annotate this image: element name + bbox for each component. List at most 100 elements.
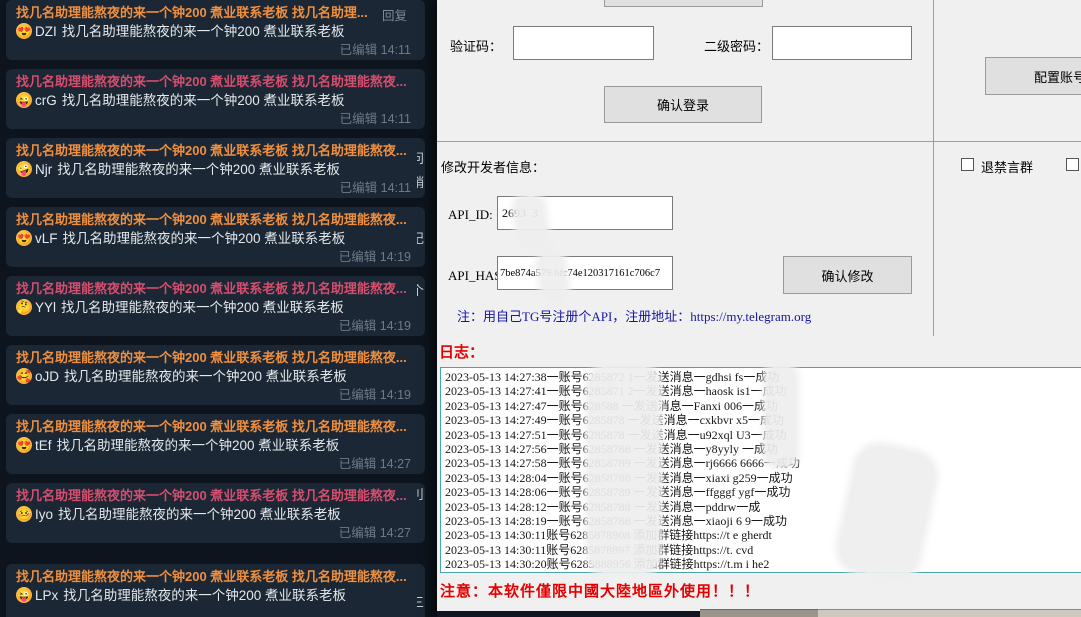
log-line: 2023-05-13 14:27:51一账号6285878 一发送消息一u92x… xyxy=(445,428,1081,442)
chat-title: 找几名助理能熬夜的来一个钟200 煮业联系老板 找几名助理能熬夜... xyxy=(16,418,415,435)
log-line: 2023-05-13 14:30:20账号6285888956 添加群链接htt… xyxy=(445,557,1081,571)
clipped-glyph: 」 xyxy=(417,430,424,449)
log-line: 2023-05-13 14:27:58一账号62858789 一发送消息一rj6… xyxy=(445,456,1081,470)
log-output-box[interactable]: 2023-05-13 14:27:38一账号6285872 1一发送消息一gdh… xyxy=(440,367,1081,573)
sender-name: Iyo xyxy=(35,507,53,522)
top-clipped-button[interactable] xyxy=(604,0,763,7)
chat-title: 找几名助理能熬夜的来一个钟200 煮业联系老板 找几名助理能熬夜... xyxy=(16,487,415,504)
emoji-avatar-icon: 🥰 xyxy=(16,368,32,384)
clipped-glyph: 三 xyxy=(417,592,424,611)
chat-list-item[interactable]: 找几名助理能熬夜的来一个钟200 煮业联系老板 找几名助理... 回复 😍DZI… xyxy=(6,0,425,60)
message-preview: 找几名助理能熬夜的来一个钟200 煮业联系老板 xyxy=(63,588,346,603)
emoji-avatar-icon: 😜 xyxy=(16,92,32,108)
bottom-edge-mid xyxy=(700,609,818,617)
log-line: 2023-05-13 14:27:56一账号62858788 一发送消息一y8y… xyxy=(445,442,1081,456)
log-line: 2023-05-13 14:28:19一账号62858788 一发送消息一xia… xyxy=(445,514,1081,528)
edited-timestamp: 已编辑 14:27 xyxy=(339,453,411,472)
chat-title: 找几名助理能熬夜的来一个钟200 煮业联系老板 找几名助理能熬夜... xyxy=(16,142,415,159)
edited-timestamp: 已编辑 14:19 xyxy=(339,246,411,265)
message-preview: 找几名助理能熬夜的来一个钟200 煮业联系老板 xyxy=(63,231,346,246)
clipped-glyph: 问 xyxy=(417,148,424,167)
emoji-avatar-icon: 😍 xyxy=(16,23,32,39)
clipped-glyph: 个 xyxy=(417,280,424,299)
clipped-glyph: 销 xyxy=(417,172,424,191)
unban-group-label: 退禁言群 xyxy=(981,157,1033,176)
unban-group-checkbox[interactable] xyxy=(961,158,974,171)
chat-list-item[interactable]: 找几名助理能熬夜的来一个钟200 煮业联系老板 找几名助理能熬夜... 🤒Iyo… xyxy=(6,483,425,543)
clipped-glyph: 」 xyxy=(417,448,424,467)
chat-title: 找几名助理能熬夜的来一个钟200 煮业联系老板 找几名助理能熬夜... xyxy=(16,211,415,228)
log-line: 2023-05-13 14:30:11账号6285878897 添加群链接htt… xyxy=(445,543,1081,557)
sender-name: oJD xyxy=(35,369,59,384)
chat-title: 找几名助理能熬夜的来一个钟200 煮业联系老板 找几名助理能熬夜... xyxy=(16,73,415,90)
sender-name: LPx xyxy=(35,588,58,603)
tool-window: 验证码： 二级密码： 确认登录 配置账号信息 修改开发者信息： API_ID: … xyxy=(437,0,1081,617)
sender-name: crG xyxy=(35,93,57,108)
message-preview: 找几名助理能熬夜的来一个钟200 煮业联系老板 xyxy=(61,300,344,315)
chat-list: 找几名助理能熬夜的来一个钟200 煮业联系老板 找几名助理... 回复 😍DZI… xyxy=(0,0,437,617)
clipped-checkbox[interactable] xyxy=(1066,158,1079,171)
edited-timestamp: 已编辑 14:19 xyxy=(339,315,411,334)
chat-list-panel: 找几名助理能熬夜的来一个钟200 煮业联系老板 找几名助理... 回复 😍DZI… xyxy=(0,0,437,617)
log-line: 2023-05-13 14:30:11账号6285878908 添加群链接htt… xyxy=(445,528,1081,542)
clipped-glyph: 记 xyxy=(417,228,424,247)
sender-name: tEf xyxy=(35,438,52,453)
log-line: 2023-05-13 14:28:04一账号62858788 一发送消息一xia… xyxy=(445,471,1081,485)
log-line: 2023-05-13 14:28:06一账号62858789 一发送消息一ffg… xyxy=(445,485,1081,499)
chat-list-item[interactable]: 找几名助理能熬夜的来一个钟200 煮业联系老板 找几名助理能熬夜... 😍tEf… xyxy=(6,414,425,474)
log-line: 2023-05-13 14:27:49一账号6285878 一发送消息一cxkb… xyxy=(445,413,1081,427)
api-registration-note: 注：用自己TG号注册个API，注册地址：https://my.telegram.… xyxy=(457,306,811,325)
message-preview: 找几名助理能熬夜的来一个钟200 煮业联系老板 xyxy=(62,93,345,108)
log-line: 2023-05-13 14:27:41一账号6285871 2一发送消息一hao… xyxy=(445,384,1081,398)
modify-developer-info-label: 修改开发者信息： xyxy=(441,157,545,176)
sender-name: DZI xyxy=(35,24,57,39)
edited-timestamp: 已编辑 14:19 xyxy=(339,384,411,403)
secondary-password-input[interactable] xyxy=(772,26,912,60)
message-preview: 找几名助理能熬夜的来一个钟200 煮业联系老板 xyxy=(62,24,345,39)
confirm-modify-button[interactable]: 确认修改 xyxy=(783,256,912,294)
edited-timestamp: 已编辑 14:27 xyxy=(339,522,411,541)
edited-timestamp: 已编辑 14:11 xyxy=(340,177,411,196)
chat-title: 找几名助理能熬夜的来一个钟200 煮业联系老板 找几名助理能熬夜... xyxy=(16,280,415,297)
chat-list-item[interactable]: 找几名助理能熬夜的来一个钟200 煮业联系老板 找几名助理能熬夜... 🥰oJD… xyxy=(6,345,425,405)
chat-title: 找几名助理能熬夜的来一个钟200 煮业联系老板 找几名助理能熬夜... xyxy=(16,568,415,585)
edited-timestamp: 已编辑 14:11 xyxy=(340,39,411,58)
chat-list-item[interactable]: 找几名助理能熬夜的来一个钟200 煮业联系老板 找几名助理能熬夜... 😜crG… xyxy=(6,69,425,129)
log-line: 2023-05-13 14:27:38一账号6285872 1一发送消息一gdh… xyxy=(445,370,1081,384)
chat-list-item[interactable]: 找几名助理能熬夜的来一个钟200 煮业联系老板 找几名助理能熬夜... 🤔YYl… xyxy=(6,276,425,336)
chat-list-item[interactable]: 找几名助理能熬夜的来一个钟200 煮业联系老板 找几名助理能熬夜... 😜LPx… xyxy=(6,564,425,617)
emoji-avatar-icon: 🤔 xyxy=(16,299,32,315)
message-preview: 找几名助理能熬夜的来一个钟200 煮业联系老板 xyxy=(57,438,340,453)
clipped-glyph: 」 xyxy=(417,466,424,485)
screen: 找几名助理能熬夜的来一个钟200 煮业联系老板 找几名助理... 回复 😍DZI… xyxy=(0,0,1081,617)
captcha-input[interactable] xyxy=(513,26,654,60)
chat-list-item[interactable]: 找几名助理能熬夜的来一个钟200 煮业联系老板 找几名助理能熬夜... 😍vLF… xyxy=(6,207,425,267)
sender-name: vLF xyxy=(35,231,58,246)
chat-title: 找几名助理能熬夜的来一个钟200 煮业联系老板 找几名助理能熬夜... xyxy=(16,349,415,366)
bottom-edge-dark xyxy=(437,611,700,617)
blur-smudge-log-names xyxy=(766,366,796,466)
log-section-label: 日志： xyxy=(439,341,484,362)
vertical-divider xyxy=(933,0,934,336)
log-line: 2023-05-13 14:27:47一账号628588 一发送消息一Fanxi… xyxy=(445,399,1081,413)
sender-name: Njr xyxy=(35,162,52,177)
emoji-avatar-icon: 😍 xyxy=(16,230,32,246)
message-preview: 找几名助理能熬夜的来一个钟200 煮业联系老板 xyxy=(57,162,340,177)
clipped-glyph: 刂 xyxy=(417,484,424,503)
secondary-password-label: 二级密码： xyxy=(704,36,769,55)
chat-last-message: 😜LPx找几名助理能熬夜的来一个钟200 煮业联系老板 xyxy=(16,587,415,605)
api-hash-input[interactable] xyxy=(497,256,673,290)
configure-account-button[interactable]: 配置账号信息 xyxy=(985,57,1081,95)
confirm-login-button[interactable]: 确认登录 xyxy=(604,86,762,123)
message-preview: 找几名助理能熬夜的来一个钟200 煮业联系老板 xyxy=(58,507,341,522)
log-line: 2023-05-13 14:28:12一账号62858788 一发送消息一pdd… xyxy=(445,500,1081,514)
reply-label[interactable]: 回复 xyxy=(382,5,407,24)
region-warning-text: 注意：本软件僅限中國大陸地區外使用！！！ xyxy=(440,580,760,601)
chat-title: 找几名助理能熬夜的来一个钟200 煮业联系老板 找几名助理... xyxy=(16,4,415,21)
chat-list-item[interactable]: 找几名助理能熬夜的来一个钟200 煮业联系老板 找几名助理能熬夜... 🤪Njr… xyxy=(6,138,425,198)
captcha-label: 验证码： xyxy=(450,36,502,55)
bottom-edge-light xyxy=(818,609,1081,617)
horizontal-divider xyxy=(437,141,1081,142)
emoji-avatar-icon: 🤪 xyxy=(16,161,32,177)
emoji-avatar-icon: 😍 xyxy=(16,437,32,453)
